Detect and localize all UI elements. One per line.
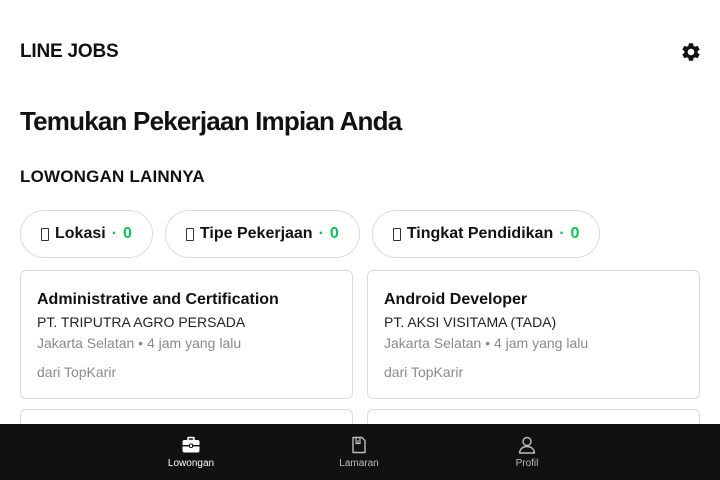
app-header: LINE JOBS (20, 38, 702, 66)
filter-separator: · (559, 225, 565, 242)
filter-bar: Lokasi · 0 Tipe Pekerjaan · 0 Tingkat Pe… (20, 210, 601, 258)
filter-job-type-chip[interactable]: Tipe Pekerjaan · 0 (164, 210, 360, 258)
filter-label: Tingkat Pendidikan (406, 225, 554, 242)
filter-count: 0 (329, 225, 339, 242)
nav-item-lowongan[interactable]: Lowongan (141, 424, 241, 480)
nav-label: Profil (515, 458, 539, 469)
filter-location-chip[interactable]: Lokasi · 0 (20, 210, 153, 258)
nav-item-profil[interactable]: Profil (477, 424, 577, 480)
job-title: Administrative and Certification (37, 291, 279, 308)
filter-count: 0 (123, 225, 132, 242)
gear-icon[interactable] (680, 41, 702, 63)
job-meta: Jakarta Selatan • 4 jam yang lalu (384, 335, 589, 351)
person-icon (518, 436, 536, 454)
job-meta: Jakarta Selatan • 4 jam yang lalu (37, 335, 242, 351)
nav-label: Lowongan (167, 458, 215, 469)
nav-label: Lamaran (339, 458, 379, 469)
job-card[interactable]: Android Developer PT. AKSI VISITAMA (TAD… (367, 270, 700, 399)
filter-placeholder-icon (185, 227, 194, 241)
filter-label: Lokasi (55, 225, 106, 242)
filter-separator: · (111, 225, 118, 242)
job-company: PT. TRIPUTRA AGRO PERSADA (37, 314, 246, 330)
filter-count: 0 (570, 225, 580, 242)
briefcase-icon (182, 436, 200, 453)
filter-separator: · (318, 225, 324, 242)
app-logo: LINE JOBS (20, 41, 119, 62)
filter-placeholder-icon (392, 227, 401, 241)
section-title: LOWONGAN LAINNYA (20, 167, 205, 186)
filter-placeholder-icon (41, 227, 49, 241)
job-company: PT. AKSI VISITAMA (TADA) (384, 314, 557, 330)
document-icon (352, 436, 366, 454)
filter-label: Tipe Pekerjaan (199, 225, 313, 242)
bottom-navigation: Lowongan Lamaran Profil (0, 424, 720, 480)
nav-item-lamaran[interactable]: Lamaran (309, 424, 409, 480)
job-source: dari TopKarir (384, 364, 464, 380)
filter-education-chip[interactable]: Tingkat Pendidikan · 0 (371, 210, 601, 258)
job-title: Android Developer (384, 291, 528, 308)
page-headline: Temukan Pekerjaan Impian Anda (20, 106, 402, 136)
job-source: dari TopKarir (37, 364, 117, 380)
job-card[interactable]: Administrative and Certification PT. TRI… (20, 270, 353, 399)
